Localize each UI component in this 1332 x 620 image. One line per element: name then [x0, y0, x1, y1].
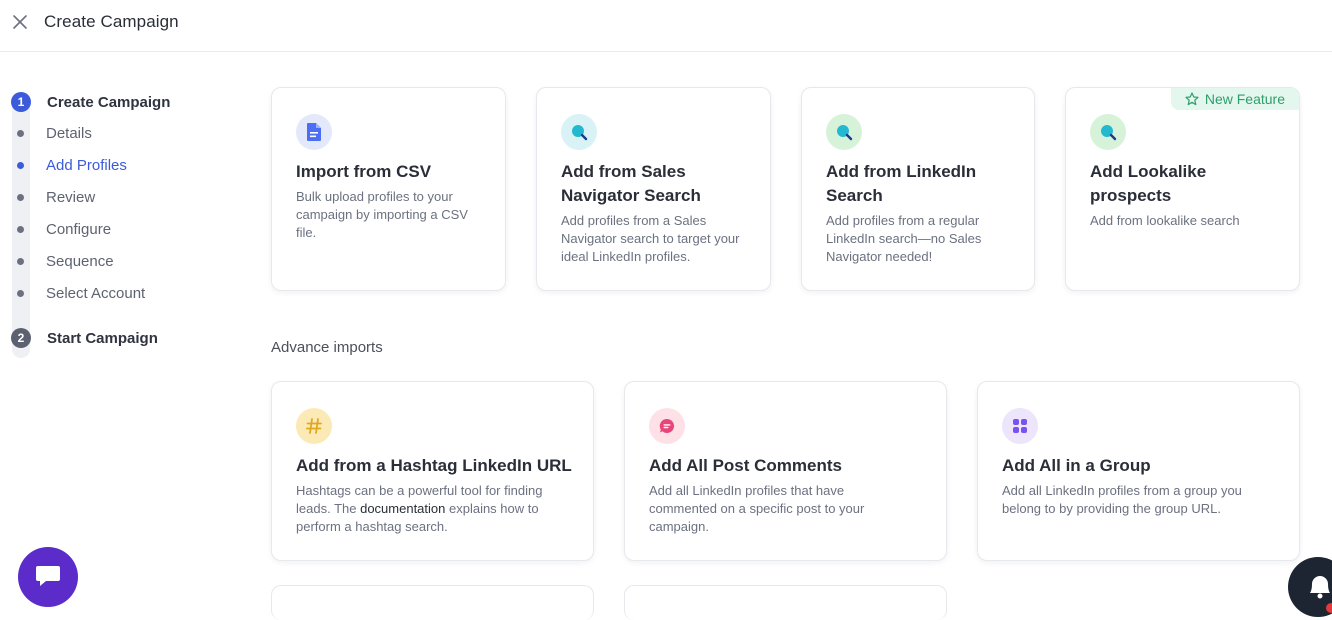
close-icon [13, 15, 27, 29]
stepper-item-configure[interactable]: Configure [10, 220, 240, 240]
star-icon [1185, 92, 1199, 106]
stepper-item-select-account[interactable]: Select Account [10, 284, 240, 304]
step-create-campaign[interactable]: 1 Create Campaign [10, 91, 240, 113]
file-icon [307, 123, 321, 141]
comment-icon [659, 418, 675, 433]
step-label: Start Campaign [47, 329, 158, 347]
partial-card[interactable] [271, 585, 594, 620]
hashtag-url-card[interactable]: Add from a Hashtag LinkedIn URL Hashtags… [271, 381, 594, 561]
stepper-item-sequence[interactable]: Sequence [10, 252, 240, 272]
step-number-badge: 2 [11, 328, 31, 348]
icon-circle [649, 408, 685, 444]
badge-label: New Feature [1204, 91, 1285, 107]
stepper-item-label: Configure [46, 221, 112, 238]
top-bar: Create Campaign [0, 0, 1332, 52]
stepper-item-label: Details [46, 125, 92, 142]
icon-circle [561, 114, 597, 150]
chat-icon [36, 566, 60, 586]
icon-circle [296, 408, 332, 444]
card-title: Add All in a Group [1002, 456, 1151, 475]
card-description: Add profiles from a Sales Navigator sear… [561, 213, 740, 264]
stepper-item-label: Select Account [46, 285, 146, 302]
card-description: Add all LinkedIn profiles that have comm… [649, 483, 865, 534]
page-title: Create Campaign [44, 12, 179, 31]
card-title: Add from Sales Navigator Search [561, 162, 701, 205]
step-dot [17, 162, 24, 169]
search-icon [1101, 125, 1117, 141]
sales-navigator-card[interactable]: Add from Sales Navigator Search Add prof… [536, 87, 771, 291]
search-icon [572, 125, 588, 141]
stepper-item-review[interactable]: Review [10, 188, 240, 208]
card-title: Add Lookalike prospects [1090, 162, 1207, 205]
partial-card[interactable] [624, 585, 947, 620]
group-card[interactable]: Add All in a Group Add all LinkedIn prof… [977, 381, 1300, 561]
step-number-badge: 1 [11, 92, 31, 112]
notification-dot [1326, 603, 1332, 613]
icon-circle [826, 114, 862, 150]
chat-button[interactable] [18, 547, 78, 607]
stepper-item-label: Review [46, 189, 96, 206]
linkedin-search-card[interactable]: Add from LinkedIn Search Add profiles fr… [801, 87, 1035, 291]
icon-circle [296, 114, 332, 150]
step-start-campaign[interactable]: 2 Start Campaign [10, 327, 240, 349]
close-button[interactable] [11, 13, 29, 31]
card-title: Add from LinkedIn Search [826, 162, 977, 205]
stepper-item-add-profiles[interactable]: Add Profiles [10, 156, 240, 176]
post-comments-card[interactable]: Add All Post Comments Add all LinkedIn p… [624, 381, 947, 561]
search-icon [837, 125, 853, 141]
group-grid-icon [1013, 419, 1027, 433]
step-dot [17, 194, 24, 201]
card-description: Add from lookalike search [1090, 213, 1240, 228]
card-description: Add all LinkedIn profiles from a group y… [1002, 483, 1242, 516]
lookalike-card[interactable]: New Feature Add Lookalike prospects Add … [1065, 87, 1300, 291]
icon-circle [1090, 114, 1126, 150]
step-dot [17, 130, 24, 137]
card-title: Add All Post Comments [649, 456, 842, 475]
card-description: Bulk upload profiles to your campaign by… [296, 189, 468, 240]
stepper-item-label: Add Profiles [46, 157, 127, 174]
card-title: Add from a Hashtag LinkedIn URL [296, 456, 572, 475]
documentation-link[interactable]: documentation [360, 501, 445, 516]
hashtag-icon [306, 418, 322, 434]
icon-circle [1002, 408, 1038, 444]
import-csv-card[interactable]: Import from CSV Bulk upload profiles to … [271, 87, 506, 291]
step-dot [17, 290, 24, 297]
advance-imports-heading: Advance imports [271, 339, 383, 356]
card-title: Import from CSV [296, 162, 432, 181]
card-description: Hashtags can be a powerful tool for find… [296, 483, 543, 534]
step-label: Create Campaign [47, 93, 171, 111]
new-feature-badge: New Feature [1170, 88, 1299, 110]
stepper-item-label: Sequence [46, 253, 114, 270]
stepper-item-details[interactable]: Details [10, 124, 240, 144]
step-dot [17, 258, 24, 265]
step-dot [17, 226, 24, 233]
card-description: Add profiles from a regular LinkedIn sea… [826, 213, 982, 264]
